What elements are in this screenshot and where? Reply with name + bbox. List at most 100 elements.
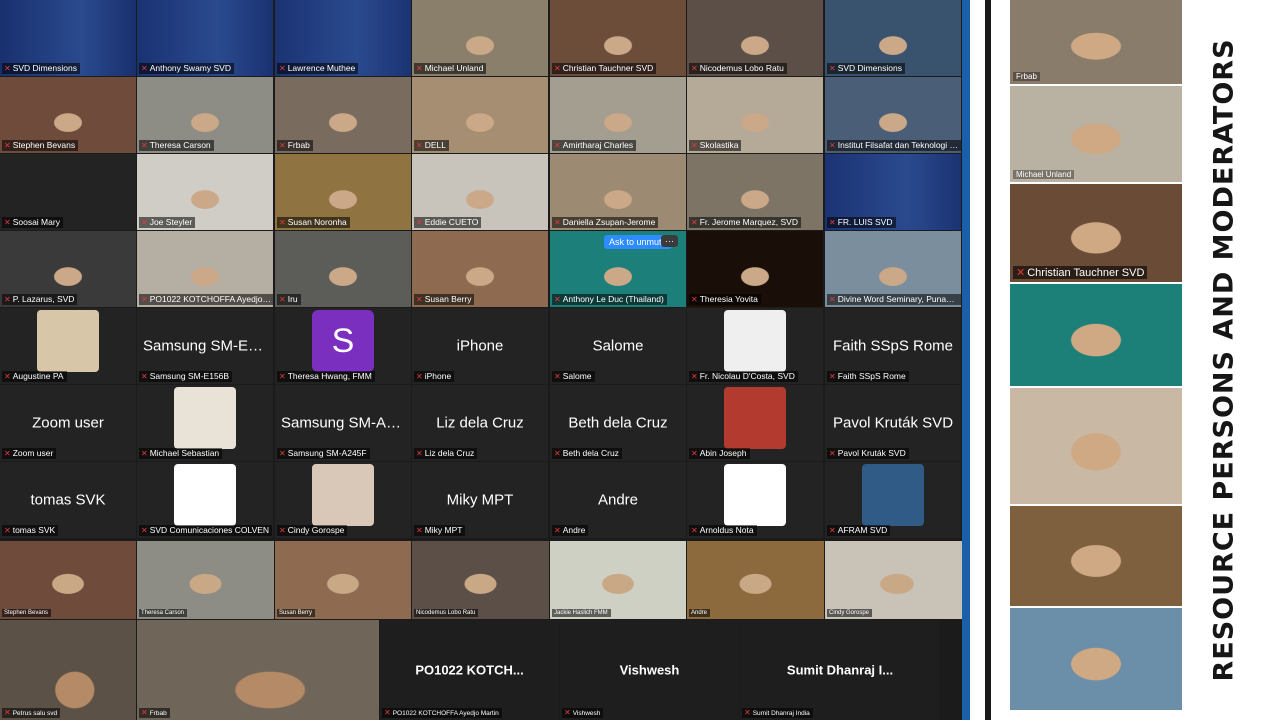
participant-tile[interactable]: Miky MPT ✕ Miky MPT (412, 462, 548, 538)
participant-name-label: ✕ Lawrence Muthee (277, 63, 359, 74)
participant-name-label: ✕ Eddie CUETO (414, 217, 482, 228)
mic-muted-icon: ✕ (829, 372, 836, 381)
speaker-name-label: Frbab (1013, 72, 1040, 81)
participant-tile[interactable]: iPhone ✕ iPhone (412, 308, 548, 384)
speaker-name-label: ✕ Christian Tauchner SVD (1013, 266, 1148, 279)
participant-name-label: Theresa Carson (139, 609, 188, 617)
participant-tile[interactable]: ✕ Skolastika (687, 77, 823, 153)
participant-tile[interactable]: ✕ P. Lazarus, SVD (0, 231, 136, 307)
participant-name: Amirtharaj Charles (562, 140, 634, 150)
participant-tile[interactable]: ✕ Theresa Carson (137, 77, 273, 153)
participant-tile[interactable]: S ✕ Theresa Hwang, FMM (275, 308, 411, 384)
participant-name-label: ✕ Nicodemus Lobo Ratu (689, 63, 787, 74)
participant-tile[interactable]: ✕ SVD Comunicaciones COLVEN (137, 462, 273, 538)
participant-tile[interactable]: ✕ Lawrence Muthee (275, 0, 411, 76)
participant-tile[interactable]: Vishwesh ✕ Vishwesh (560, 620, 739, 720)
participant-name: FR. LUIS SVD (837, 217, 893, 227)
participant-tile[interactable]: ✕ AFRAM SVD (825, 462, 961, 538)
mic-muted-icon: ✕ (141, 449, 148, 458)
participant-name-label: ✕ Theresa Carson (139, 140, 214, 151)
participant-display-name: Sumit Dhanraj I... (786, 662, 894, 678)
participant-tile[interactable]: ✕ Soosai Mary (0, 154, 136, 230)
participant-tile[interactable]: ✕ Amirtharaj Charles (550, 77, 686, 153)
participant-video (825, 541, 969, 619)
participant-tile[interactable]: Andre ✕ Andre (550, 462, 686, 538)
participant-tile[interactable]: ✕ Joe Steyler (137, 154, 273, 230)
gallery-thumbnail[interactable]: Cindy Gorospe (825, 541, 969, 619)
gallery-thumbnail[interactable]: Susan Berry (275, 541, 411, 619)
participant-tile[interactable]: ✕ Abin Joseph (687, 385, 823, 461)
participant-tile[interactable]: Pavol Kruták SVD ✕ Pavol Kruták SVD (825, 385, 961, 461)
gallery-thumbnail[interactable]: Andre (687, 541, 824, 619)
participant-display-name: Salome (592, 337, 644, 355)
participant-video (137, 541, 274, 619)
participant-tile[interactable]: ✕ Nicodemus Lobo Ratu (687, 0, 823, 76)
participant-tile[interactable]: ✕ Theresia Yovita (687, 231, 823, 307)
participant-tile[interactable]: ✕ SVD Dimensions (0, 0, 136, 76)
speaker-tile (1010, 388, 1182, 504)
participant-tile[interactable]: ✕ Michael Unland (412, 0, 548, 76)
participant-tile[interactable]: ✕ Fr. Jerome Marquez, SVD (687, 154, 823, 230)
participant-tile[interactable]: ✕ Augustine PA (0, 308, 136, 384)
participant-tile[interactable]: ✕ Frbab (137, 620, 379, 720)
more-options-button[interactable]: ··· (661, 235, 678, 247)
participant-tile[interactable]: ✕ Arnoldus Nota (687, 462, 823, 538)
participant-tile[interactable]: Samsung SM-A2... ✕ Samsung SM-A245F (275, 385, 411, 461)
mic-muted-icon: ✕ (4, 64, 11, 73)
gallery-thumbnail[interactable]: Theresa Carson (137, 541, 274, 619)
participant-tile[interactable]: ✕Institut Filsafat dan Teknologi Kreatif… (825, 77, 961, 153)
participant-name-label: ✕ Soosai Mary (2, 217, 63, 228)
participant-tile[interactable]: ✕ Frbab (275, 77, 411, 153)
participant-name-label: ✕PO1022 KOTCHOFFA Ayedjo Martin (139, 294, 273, 305)
participant-name-label: ✕ Vishwesh (562, 708, 604, 718)
gallery-thumbnail[interactable]: Nicodemus Lobo Ratu (412, 541, 549, 619)
participant-tile[interactable]: ✕ Christian Tauchner SVD (550, 0, 686, 76)
participant-tile[interactable]: ✕ Michael Sebastian (137, 385, 273, 461)
participant-tile[interactable]: tomas SVK ✕ tomas SVK (0, 462, 136, 538)
participant-tile[interactable]: Samsung SM-E1... ✕ Samsung SM-E156B (137, 308, 273, 384)
mic-muted-icon: ✕ (279, 449, 286, 458)
participant-tile[interactable]: ✕ FR. LUIS SVD (825, 154, 961, 230)
mic-muted-icon: ✕ (416, 526, 423, 535)
participant-tile[interactable]: ✕ Divine Word Seminary, Punawale (825, 231, 961, 307)
participant-name-label: ✕ DELL (414, 140, 449, 151)
participant-tile[interactable]: Liz dela Cruz ✕ Liz dela Cruz (412, 385, 548, 461)
mic-muted-icon: ✕ (691, 372, 698, 381)
participant-name: Salome (562, 371, 592, 381)
speaker-name: Michael Unland (1016, 170, 1072, 179)
participant-tile[interactable]: ✕ Iru (275, 231, 411, 307)
participant-tile[interactable]: Sumit Dhanraj I... ✕ Sumit Dhanraj India (740, 620, 940, 720)
participant-tile[interactable]: ✕ Daniella Zsupan-Jerome (550, 154, 686, 230)
mic-muted-icon: ✕ (279, 64, 286, 73)
participant-video (275, 541, 411, 619)
participant-tile[interactable]: ✕ Eddie CUETO (412, 154, 548, 230)
participant-tile[interactable]: ✕ Cindy Gorospe (275, 462, 411, 538)
vertical-title: RESOURCE PERSONS AND MODERATORS (1196, 0, 1252, 720)
participant-tile[interactable]: ✕ SVD Dimensions (825, 0, 961, 76)
participant-name: Samsung SM-A245F (287, 448, 367, 458)
participant-tile[interactable]: Faith SSpS Rome ✕ Faith SSpS Rome (825, 308, 961, 384)
participant-display-name: Zoom user (32, 414, 104, 432)
gallery-scroll-edge (962, 0, 970, 720)
participant-tile[interactable]: ✕ Anthony Swamy SVD (137, 0, 273, 76)
participant-tile[interactable]: ✕ Susan Noronha (275, 154, 411, 230)
participant-tile[interactable]: Ask to unmute ··· ✕ Anthony Le Duc (Thailan… (550, 231, 686, 307)
participant-tile[interactable]: Zoom user ✕ Zoom user (0, 385, 136, 461)
participant-tile[interactable]: ✕ DELL (412, 77, 548, 153)
participant-tile[interactable]: ✕ Stephen Bevans (0, 77, 136, 153)
participant-tile[interactable]: ✕ Susan Berry (412, 231, 548, 307)
participant-tile[interactable]: Beth dela Cruz ✕ Beth dela Cruz (550, 385, 686, 461)
speaker-tile (1010, 284, 1182, 386)
participant-name-label: ✕ P. Lazarus, SVD (2, 294, 78, 305)
participant-tile[interactable]: ✕ Petrus salu svd (0, 620, 136, 720)
mic-muted-icon: ✕ (279, 141, 286, 150)
participant-name: Susan Noronha (287, 217, 347, 227)
participant-name: SVD Dimensions (12, 63, 77, 73)
gallery-thumbnail[interactable]: Stephen Bevans (0, 541, 136, 619)
participant-tile[interactable]: Salome ✕ Salome (550, 308, 686, 384)
participant-tile[interactable]: ✕ Fr. Nicolau D'Costa, SVD (687, 308, 823, 384)
participant-tile[interactable]: PO1022 KOTCH... ✕ PO1022 KOTCHOFFA Ayedjo … (380, 620, 559, 720)
participant-display-name: Beth dela Cruz (568, 414, 668, 432)
participant-tile[interactable]: ✕PO1022 KOTCHOFFA Ayedjo Martin (137, 231, 273, 307)
gallery-thumbnail[interactable]: Jackie Haslich FMM (550, 541, 686, 619)
